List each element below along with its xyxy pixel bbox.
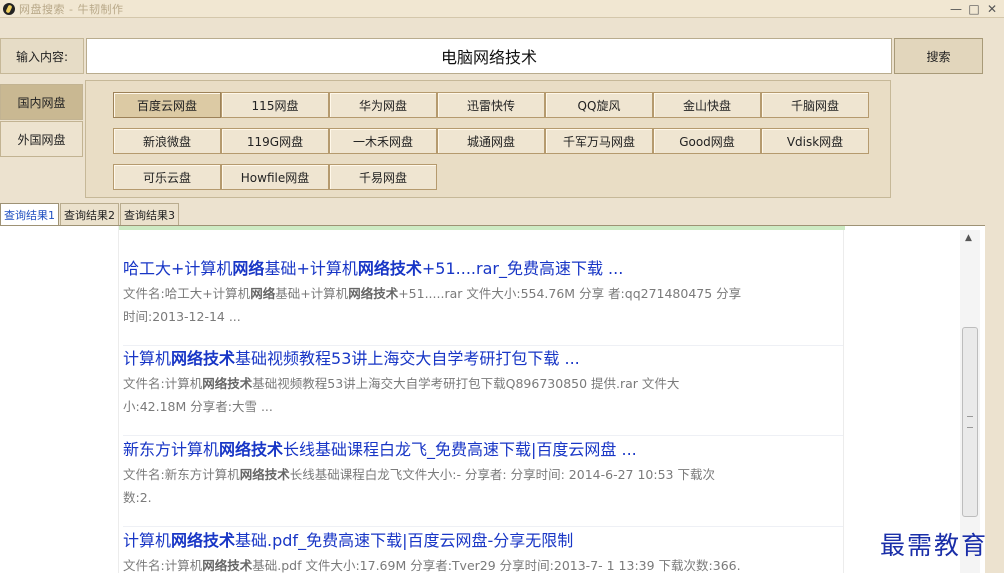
provider-good[interactable]: Good网盘 (653, 128, 761, 154)
provider-kele[interactable]: 可乐云盘 (113, 164, 221, 190)
category-tab-foreign[interactable]: 外国网盘 (0, 121, 83, 157)
results-frame: 哈工大+计算机网络基础+计算机网络技术+51....rar_免费高速下载 ...… (0, 225, 985, 573)
result-tabs: 查询结果1 查询结果2 查询结果3 (0, 203, 180, 225)
result-description: 文件名:新东方计算机网络技术长线基础课程白龙飞文件大小:- 分享者: 分享时间:… (123, 467, 715, 505)
title-bar: 网盘搜索 - 牛韧制作 — □ ✕ (0, 0, 1004, 18)
provider-howfile[interactable]: Howfile网盘 (221, 164, 329, 190)
tab-results-3[interactable]: 查询结果3 (120, 203, 179, 225)
provider-115[interactable]: 115网盘 (221, 92, 329, 118)
result-description: 文件名:计算机网络技术基础视频教程53讲上海交大自学考研打包下载Q8967308… (123, 376, 680, 414)
result-description: 文件名:哈工大+计算机网络基础+计算机网络技术+51.....rar 文件大小:… (123, 286, 742, 324)
app-logo-icon (3, 2, 15, 15)
results-list: 哈工大+计算机网络基础+计算机网络技术+51....rar_免费高速下载 ...… (118, 226, 845, 573)
provider-xunlei[interactable]: 迅雷快传 (437, 92, 545, 118)
provider-vdisk[interactable]: Vdisk网盘 (761, 128, 869, 154)
result-title-link[interactable]: 新东方计算机网络技术长线基础课程白龙飞_免费高速下载|百度云网盘 ... (123, 439, 843, 461)
results-scrollbar[interactable]: ▲ (960, 230, 980, 573)
result-item: 哈工大+计算机网络基础+计算机网络技术+51....rar_免费高速下载 ...… (123, 258, 843, 346)
result-description: 文件名:计算机网络技术基础.pdf 文件大小:17.69M 分享者:Tver29… (123, 558, 741, 573)
provider-yimuhe[interactable]: 一木禾网盘 (329, 128, 437, 154)
provider-qiannao[interactable]: 千脑网盘 (761, 92, 869, 118)
scroll-up-icon[interactable]: ▲ (965, 233, 972, 243)
provider-sina[interactable]: 新浪微盘 (113, 128, 221, 154)
result-title-link[interactable]: 哈工大+计算机网络基础+计算机网络技术+51....rar_免费高速下载 ... (123, 258, 843, 280)
watermark-text: 最需教育 (880, 531, 989, 560)
result-item: 新东方计算机网络技术长线基础课程白龙飞_免费高速下载|百度云网盘 ... 文件名… (123, 439, 843, 527)
tab-results-2[interactable]: 查询结果2 (60, 203, 119, 225)
search-label: 输入内容: (0, 38, 84, 74)
search-button[interactable]: 搜索 (894, 38, 983, 74)
provider-huawei[interactable]: 华为网盘 (329, 92, 437, 118)
result-title-link[interactable]: 计算机网络技术基础视频教程53讲上海交大自学考研打包下载 ... (123, 348, 843, 370)
provider-panel: 百度云网盘 115网盘 华为网盘 迅雷快传 QQ旋风 金山快盘 千脑网盘 新浪微… (85, 80, 891, 198)
category-tab-domestic[interactable]: 国内网盘 (0, 84, 83, 120)
close-icon[interactable]: ✕ (986, 3, 998, 15)
result-item: 计算机网络技术基础.pdf_免费高速下载|百度云网盘-分享无限制 文件名:计算机… (123, 530, 843, 573)
provider-chengtong[interactable]: 城通网盘 (437, 128, 545, 154)
search-input[interactable] (86, 38, 892, 74)
minimize-icon[interactable]: — (950, 3, 962, 15)
tab-results-1[interactable]: 查询结果1 (0, 203, 59, 225)
provider-kingsoft[interactable]: 金山快盘 (653, 92, 761, 118)
window-controls: — □ ✕ (950, 0, 998, 18)
scroll-thumb[interactable] (962, 327, 978, 517)
provider-119g[interactable]: 119G网盘 (221, 128, 329, 154)
provider-qianjunwanma[interactable]: 千军万马网盘 (545, 128, 653, 154)
result-item: 计算机网络技术基础视频教程53讲上海交大自学考研打包下载 ... 文件名:计算机… (123, 348, 843, 436)
provider-baidu[interactable]: 百度云网盘 (113, 92, 221, 118)
provider-qq[interactable]: QQ旋风 (545, 92, 653, 118)
window-title: 网盘搜索 - 牛韧制作 (19, 2, 124, 16)
maximize-icon[interactable]: □ (968, 3, 980, 15)
provider-qianyi[interactable]: 千易网盘 (329, 164, 437, 190)
result-title-link[interactable]: 计算机网络技术基础.pdf_免费高速下载|百度云网盘-分享无限制 (123, 530, 843, 552)
